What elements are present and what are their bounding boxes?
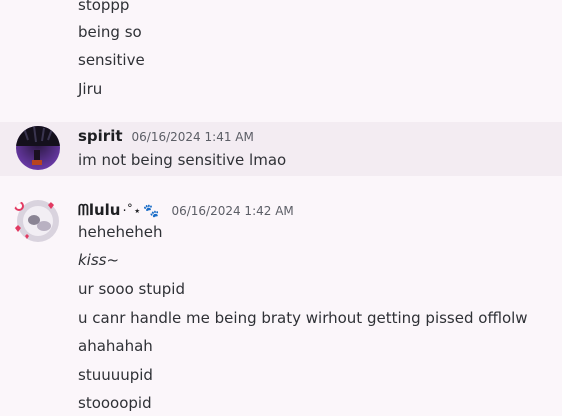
- message-group-spirit[interactable]: spirit 06/16/2024 1:41 AM im not being s…: [0, 122, 562, 176]
- message-line: sensitive: [78, 51, 145, 69]
- message-line: ahahahah: [78, 337, 153, 355]
- message-header: ᗰlulu ·˚⋆ 🐾 06/16/2024 1:42 AM: [78, 200, 294, 220]
- avatar[interactable]: [16, 126, 60, 170]
- message-text: im not being sensitive lmao: [78, 151, 287, 169]
- username[interactable]: ᗰlulu: [78, 200, 120, 220]
- username-decoration: ·˚⋆: [122, 204, 142, 219]
- message-line: kiss~: [78, 251, 120, 269]
- avatar[interactable]: [10, 198, 62, 244]
- message-header: spirit 06/16/2024 1:41 AM: [78, 126, 254, 146]
- message-line: heheheheh: [78, 223, 163, 241]
- timestamp[interactable]: 06/16/2024 1:41 AM: [132, 129, 254, 145]
- message-line: stuuuupid: [78, 366, 153, 384]
- paw-icon: 🐾: [143, 204, 160, 219]
- message-line: stoooopid: [78, 394, 152, 412]
- message-line: Jiru: [78, 80, 103, 98]
- chat-message-list: stoppp being so sensitive Jiru spirit 06…: [0, 0, 562, 416]
- message-group-lulu[interactable]: ᗰlulu ·˚⋆ 🐾 06/16/2024 1:42 AM heheheheh…: [0, 196, 562, 416]
- message-line: ur sooo stupid: [78, 280, 185, 298]
- message-line: stoppp: [78, 0, 130, 14]
- username[interactable]: spirit: [78, 126, 123, 146]
- message-line: u canr handle me being braty wirhout get…: [78, 309, 528, 327]
- timestamp[interactable]: 06/16/2024 1:42 AM: [171, 203, 293, 219]
- message-line: being so: [78, 23, 142, 41]
